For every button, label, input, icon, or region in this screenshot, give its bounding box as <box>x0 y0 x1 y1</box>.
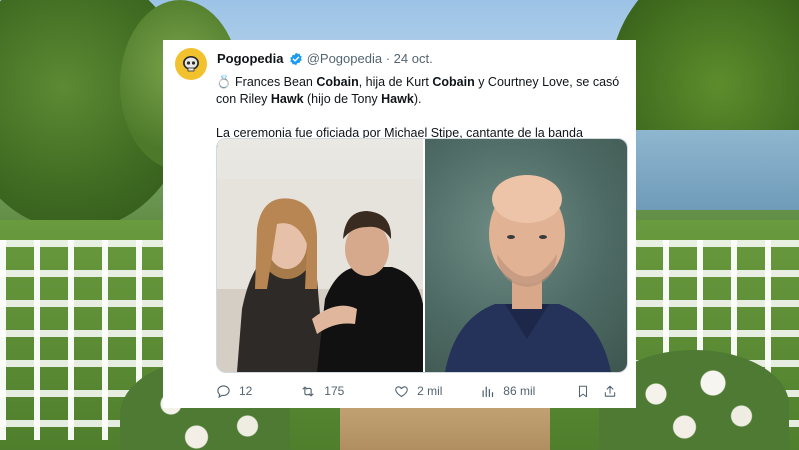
text-segment: ). <box>413 92 422 106</box>
meta-separator: · <box>385 51 391 66</box>
tweet-date[interactable]: 24 oct. <box>394 51 433 66</box>
author-name[interactable]: Pogopedia <box>217 51 283 66</box>
bookmark-button[interactable] <box>576 384 603 399</box>
bold-hawk: Hawk <box>381 92 414 106</box>
tweet-meta: Pogopedia @Pogopedia · 24 oct. <box>217 51 433 69</box>
bold-hawk: Hawk <box>270 92 304 106</box>
retweet-icon <box>302 386 314 396</box>
views-count: 86 mil <box>503 384 536 398</box>
tweet-actions: 12 175 2 mil 86 mil <box>216 380 622 402</box>
reply-count: 12 <box>239 384 253 398</box>
skull-logo-icon <box>183 56 199 72</box>
michael-stipe-photo[interactable] <box>425 139 627 372</box>
tweet-line-2: con Riley Hawk (hijo de Tony Hawk). <box>216 91 622 108</box>
text-segment: , hija de Kurt <box>358 75 433 89</box>
retweet-button[interactable]: 175 <box>300 384 394 399</box>
text-segment: con Riley <box>216 92 271 106</box>
ring-emoji-icon: 💍 <box>216 75 232 89</box>
views-icon <box>482 386 494 397</box>
tweet-card: Pogopedia @Pogopedia · 24 oct. 💍 Frances… <box>163 40 636 408</box>
bold-cobain: Cobain <box>316 75 359 89</box>
background-lake <box>629 130 799 210</box>
verified-badge-icon <box>289 52 303 69</box>
like-button[interactable]: 2 mil <box>394 384 480 399</box>
like-icon <box>395 385 408 397</box>
like-count: 2 mil <box>417 384 443 398</box>
share-icon <box>604 385 616 397</box>
views-button[interactable]: 86 mil <box>480 384 576 399</box>
text-segment: y Courtney Love, se casó <box>474 75 620 89</box>
tweet-line-1: 💍 Frances Bean Cobain, hija de Kurt Coba… <box>216 74 622 91</box>
couple-photo[interactable] <box>217 139 423 372</box>
author-handle[interactable]: @Pogopedia <box>307 51 382 66</box>
retweet-count: 175 <box>324 384 345 398</box>
share-button[interactable] <box>603 384 622 399</box>
bookmark-icon <box>579 385 588 397</box>
text-segment: Frances Bean <box>231 75 317 89</box>
bold-cobain: Cobain <box>432 75 475 89</box>
avatar[interactable] <box>175 48 207 80</box>
text-segment: (hijo de Tony <box>303 92 382 106</box>
reply-icon <box>217 384 230 398</box>
reply-button[interactable]: 12 <box>216 384 300 399</box>
tweet-media[interactable] <box>216 138 628 373</box>
